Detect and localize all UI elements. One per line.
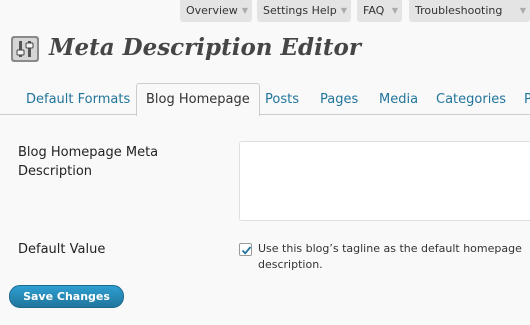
chevron-down-icon: ▼ <box>340 6 347 15</box>
chevron-down-icon: ▼ <box>241 6 248 15</box>
tab-blog-homepage[interactable]: Blog Homepage <box>136 83 260 116</box>
help-tab-label: FAQ <box>363 4 385 17</box>
settings-tabs: Default Formats Blog Homepage Posts Page… <box>0 83 530 116</box>
tab-posts[interactable]: Posts <box>265 92 299 107</box>
tab-pages[interactable]: Pages <box>320 92 358 107</box>
help-tab-label: Settings Help <box>263 4 337 17</box>
tab-media[interactable]: Media <box>379 92 418 107</box>
help-tab-faq[interactable]: FAQ ▼ <box>357 0 402 22</box>
check-icon <box>241 246 252 255</box>
meta-description-field[interactable] <box>239 141 530 221</box>
tagline-checkbox[interactable] <box>239 243 252 256</box>
chevron-down-icon: ▼ <box>391 6 398 15</box>
sliders-icon <box>10 35 40 63</box>
default-value-label: Default Value <box>18 242 106 257</box>
save-changes-button[interactable]: Save Changes <box>9 285 124 308</box>
tab-default-formats[interactable]: Default Formats <box>26 92 130 107</box>
page-title: Meta Description Editor <box>49 34 361 61</box>
tab-categories[interactable]: Categories <box>436 92 506 107</box>
help-tab-settings-help[interactable]: Settings Help ▼ <box>257 0 351 22</box>
tagline-checkbox-label: Use this blog’s tagline as the default h… <box>258 242 522 271</box>
help-tab-overview[interactable]: Overview ▼ <box>180 0 252 22</box>
chevron-down-icon: ▼ <box>519 6 526 15</box>
help-tab-label: Overview <box>186 4 238 17</box>
help-tab-label: Troubleshooting <box>415 4 503 17</box>
tab-more[interactable]: P <box>524 92 530 107</box>
help-tab-troubleshooting[interactable]: Troubleshooting ▼ <box>409 0 530 22</box>
help-tabs: Overview ▼ Settings Help ▼ FAQ ▼ Trouble… <box>0 0 530 24</box>
meta-description-label: Blog Homepage Meta Description <box>18 145 159 179</box>
